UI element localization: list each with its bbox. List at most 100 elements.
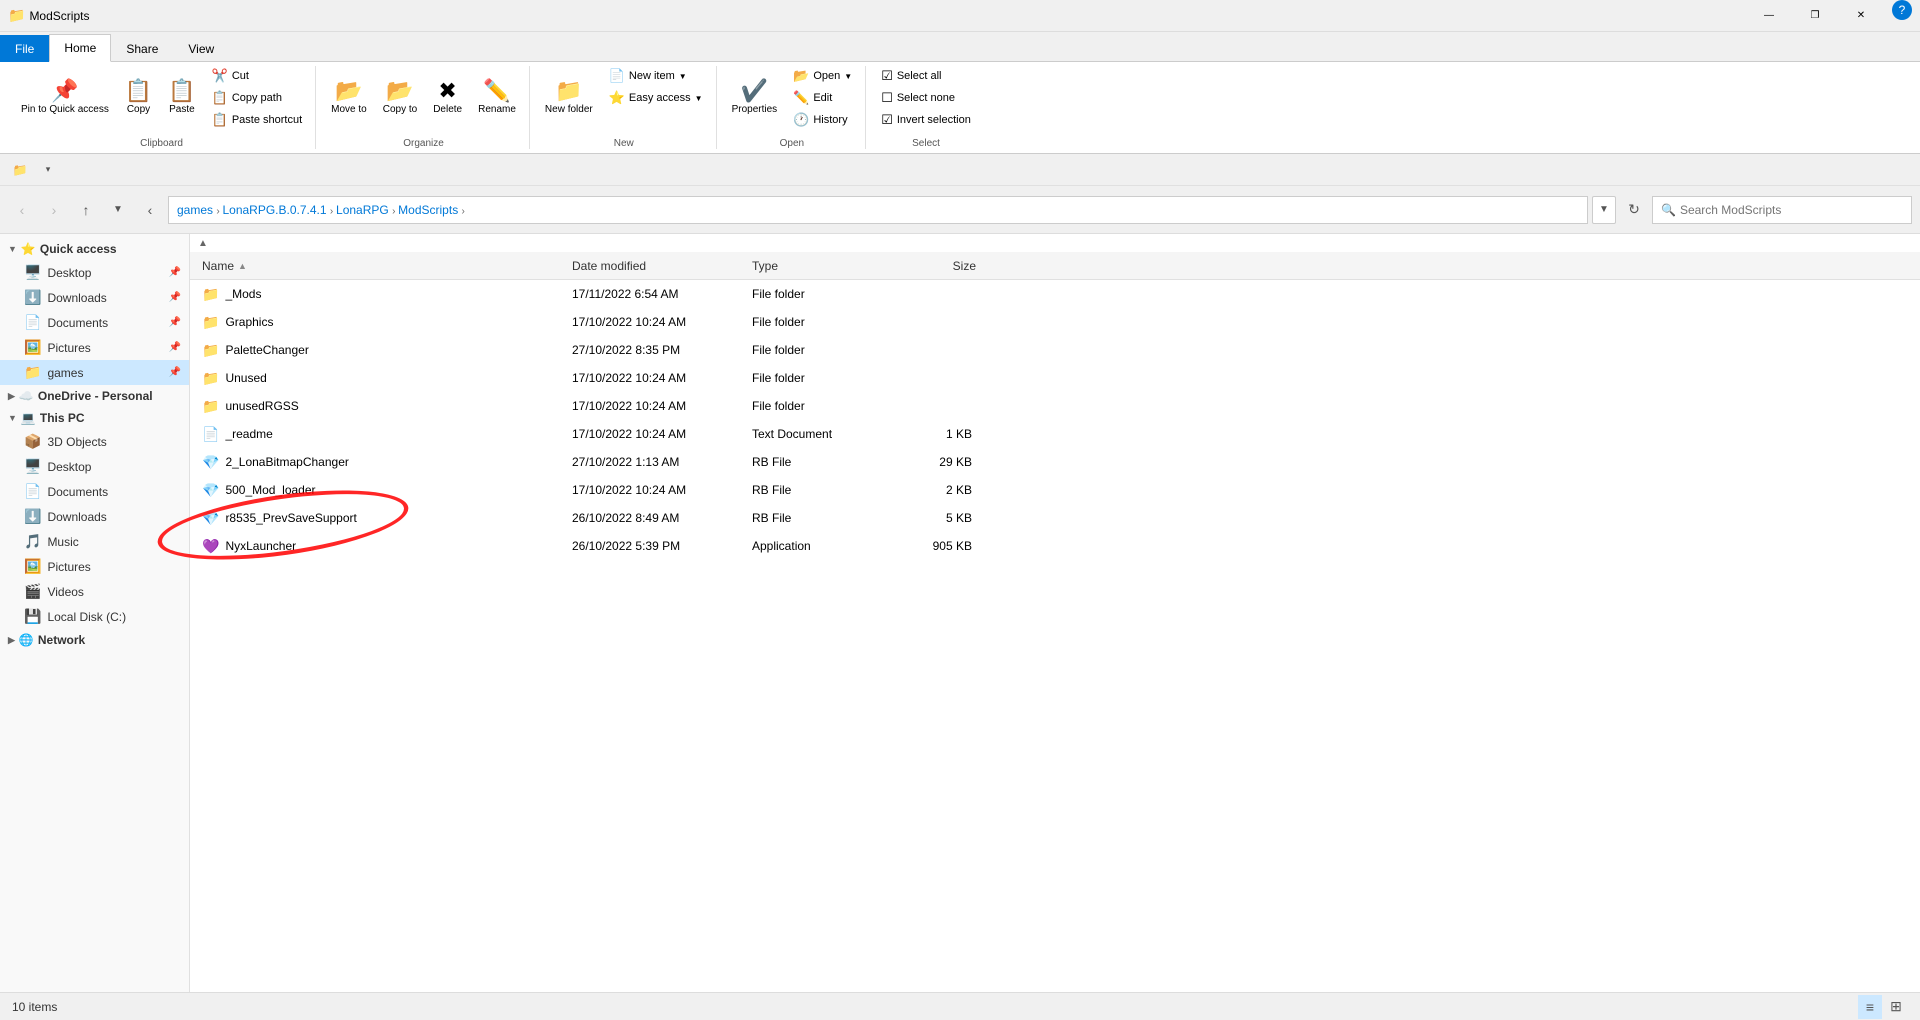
table-row[interactable]: 💜NyxLauncher 26/10/2022 5:39 PM Applicat… xyxy=(190,532,1920,560)
address-dropdown-button[interactable]: ▼ xyxy=(1592,196,1616,224)
forward-button[interactable]: › xyxy=(40,196,68,224)
table-row[interactable]: 📁Graphics 17/10/2022 10:24 AM File folde… xyxy=(190,308,1920,336)
sidebar-item-documents-pc[interactable]: 📄 Documents xyxy=(0,479,189,504)
table-row[interactable]: 💎2_LonaBitmapChanger 27/10/2022 1:13 AM … xyxy=(190,448,1920,476)
select-none-button[interactable]: ☐ Select none xyxy=(874,88,978,108)
sidebar-item-localdisk-pc[interactable]: 💾 Local Disk (C:) xyxy=(0,604,189,629)
sidebar-item-3dobjects[interactable]: 📦 3D Objects xyxy=(0,429,189,454)
up-button[interactable]: ↑ xyxy=(72,196,100,224)
table-row[interactable]: 📁PaletteChanger 27/10/2022 8:35 PM File … xyxy=(190,336,1920,364)
network-icon: 🌐 xyxy=(19,633,34,647)
large-icons-view-button[interactable]: ⊞ xyxy=(1884,995,1908,1019)
qat-chevron-button[interactable]: ▾ xyxy=(36,158,60,182)
address-bar[interactable]: games › LonaRPG.B.0.7.4.1 › LonaRPG › Mo… xyxy=(168,196,1588,224)
invert-selection-button[interactable]: ☑ Invert selection xyxy=(874,110,978,130)
sidebar-item-documents-quick[interactable]: 📄 Documents 📌 xyxy=(0,310,189,335)
history-button[interactable]: 🕐 History xyxy=(786,110,859,130)
sidebar-item-games-quick[interactable]: 📁 games 📌 xyxy=(0,360,189,385)
copy-button[interactable]: 📋 Copy xyxy=(118,66,159,130)
breadcrumb-item-games[interactable]: games xyxy=(177,203,213,217)
new-item-button[interactable]: 📄 New item ▼ xyxy=(602,66,710,86)
rb-icon: 💎 xyxy=(202,482,219,499)
copy-to-button[interactable]: 📂 Copy to xyxy=(376,66,424,130)
collapse-arrow-onedrive: ▶ xyxy=(8,391,15,402)
copy-path-button[interactable]: 📋 Copy path xyxy=(205,88,310,108)
select-all-icon: ☑ xyxy=(881,68,893,84)
sidebar-item-downloads-pc[interactable]: ⬇️ Downloads xyxy=(0,504,189,529)
properties-button[interactable]: ✔️ Properties xyxy=(725,66,785,130)
breadcrumb-item-modscripts[interactable]: ModScripts xyxy=(398,203,458,217)
refresh-button[interactable]: ↻ xyxy=(1620,196,1648,224)
navigation-toolbar: ‹ › ↑ ▼ ‹ games › LonaRPG.B.0.7.4.1 › Lo… xyxy=(0,186,1920,234)
table-row[interactable]: 📁unusedRGSS 17/10/2022 10:24 AM File fol… xyxy=(190,392,1920,420)
prev-location-button[interactable]: ‹ xyxy=(136,196,164,224)
paste-button[interactable]: 📋 Paste xyxy=(161,66,202,130)
details-view-button[interactable]: ≡ xyxy=(1858,995,1882,1019)
main-layout: ▼ ⭐ Quick access 🖥️ Desktop 📌 ⬇️ Downloa… xyxy=(0,234,1920,992)
sidebar-item-desktop-pc[interactable]: 🖥️ Desktop xyxy=(0,454,189,479)
rename-button[interactable]: ✏️ Rename xyxy=(471,66,523,130)
table-row[interactable]: 💎r8535_PrevSaveSupport 26/10/2022 8:49 A… xyxy=(190,504,1920,532)
edit-button[interactable]: ✏️ Edit xyxy=(786,88,859,108)
search-input[interactable] xyxy=(1680,203,1903,217)
table-row[interactable]: 📄_readme 17/10/2022 10:24 AM Text Docume… xyxy=(190,420,1920,448)
new-folder-button[interactable]: 📁 New folder xyxy=(538,66,600,130)
tab-view[interactable]: View xyxy=(173,35,229,62)
tab-home[interactable]: Home xyxy=(49,34,111,62)
onedrive-section-header[interactable]: ▶ ☁️ OneDrive - Personal xyxy=(0,385,189,407)
open-button[interactable]: 📂 Open ▼ xyxy=(786,66,859,86)
properties-icon: ✔️ xyxy=(741,80,768,102)
breadcrumb-item-lonarpg-version[interactable]: LonaRPG.B.0.7.4.1 xyxy=(222,203,326,217)
select-all-button[interactable]: ☑ Select all xyxy=(874,66,978,86)
documents-icon: 📄 xyxy=(24,314,41,331)
back-button[interactable]: ‹ xyxy=(8,196,36,224)
open-icon: 📂 xyxy=(793,68,809,84)
minimize-button[interactable]: — xyxy=(1746,0,1792,32)
recent-button[interactable]: ▼ xyxy=(104,196,132,224)
app-icon: 📁 xyxy=(8,7,25,24)
select-none-icon: ☐ xyxy=(881,90,893,106)
thispc-section-header[interactable]: ▼ 💻 This PC xyxy=(0,407,189,429)
open-dropdown-icon: ▼ xyxy=(844,72,852,81)
ribbon-content: 📌 Pin to Quick access 📋 Copy 📋 Paste ✂️ xyxy=(0,62,1920,154)
restore-button[interactable]: ❐ xyxy=(1792,0,1838,32)
sidebar-item-pictures-pc[interactable]: 🖼️ Pictures xyxy=(0,554,189,579)
pictures-icon: 🖼️ xyxy=(24,339,41,356)
onedrive-icon: ☁️ xyxy=(19,389,34,403)
col-header-date[interactable]: Date modified xyxy=(564,259,744,273)
pin-to-quick-access-button[interactable]: 📌 Pin to Quick access xyxy=(14,66,116,130)
search-bar[interactable]: 🔍 xyxy=(1652,196,1912,224)
sidebar-item-videos-pc[interactable]: 🎬 Videos xyxy=(0,579,189,604)
easy-access-button[interactable]: ⭐ Easy access ▼ xyxy=(602,88,710,108)
sidebar-item-pictures-quick[interactable]: 🖼️ Pictures 📌 xyxy=(0,335,189,360)
help-button[interactable]: ? xyxy=(1892,0,1912,20)
qat-folder-button[interactable]: 📁 xyxy=(8,158,32,182)
cut-button[interactable]: ✂️ Cut xyxy=(205,66,310,86)
col-header-name[interactable]: Name ▲ xyxy=(194,259,564,273)
folder-icon: 📁 xyxy=(202,286,219,303)
col-header-size[interactable]: Size xyxy=(904,259,984,273)
table-row[interactable]: 💎500_Mod_loader 17/10/2022 10:24 AM RB F… xyxy=(190,476,1920,504)
col-header-type[interactable]: Type xyxy=(744,259,904,273)
breadcrumb-sep-3: › xyxy=(462,206,465,217)
breadcrumb-item-lonarpg[interactable]: LonaRPG xyxy=(336,203,389,217)
quick-access-section-header[interactable]: ▼ ⭐ Quick access xyxy=(0,238,189,260)
move-to-button[interactable]: 📂 Move to xyxy=(324,66,374,130)
tab-share[interactable]: Share xyxy=(111,35,173,62)
tab-file[interactable]: File xyxy=(0,35,49,62)
3dobjects-icon: 📦 xyxy=(24,433,41,450)
table-row[interactable]: 📁_Mods 17/11/2022 6:54 AM File folder xyxy=(190,280,1920,308)
table-row[interactable]: 📁Unused 17/10/2022 10:24 AM File folder xyxy=(190,364,1920,392)
network-section-header[interactable]: ▶ 🌐 Network xyxy=(0,629,189,651)
sidebar-item-music-pc[interactable]: 🎵 Music xyxy=(0,529,189,554)
close-button[interactable]: ✕ xyxy=(1838,0,1884,32)
quick-access-toolbar: 📁 ▾ xyxy=(0,154,1920,186)
collapse-files-button[interactable]: ▲ xyxy=(190,234,1920,252)
sidebar-item-desktop-quick[interactable]: 🖥️ Desktop 📌 xyxy=(0,260,189,285)
games-icon: 📁 xyxy=(24,364,41,381)
ribbon-group-clipboard: 📌 Pin to Quick access 📋 Copy 📋 Paste ✂️ xyxy=(8,66,316,149)
paste-shortcut-button[interactable]: 📋 Paste shortcut xyxy=(205,110,310,130)
collapse-arrow-quick: ▼ xyxy=(8,244,17,254)
delete-button[interactable]: ✖ Delete xyxy=(426,66,469,130)
sidebar-item-downloads-quick[interactable]: ⬇️ Downloads 📌 xyxy=(0,285,189,310)
